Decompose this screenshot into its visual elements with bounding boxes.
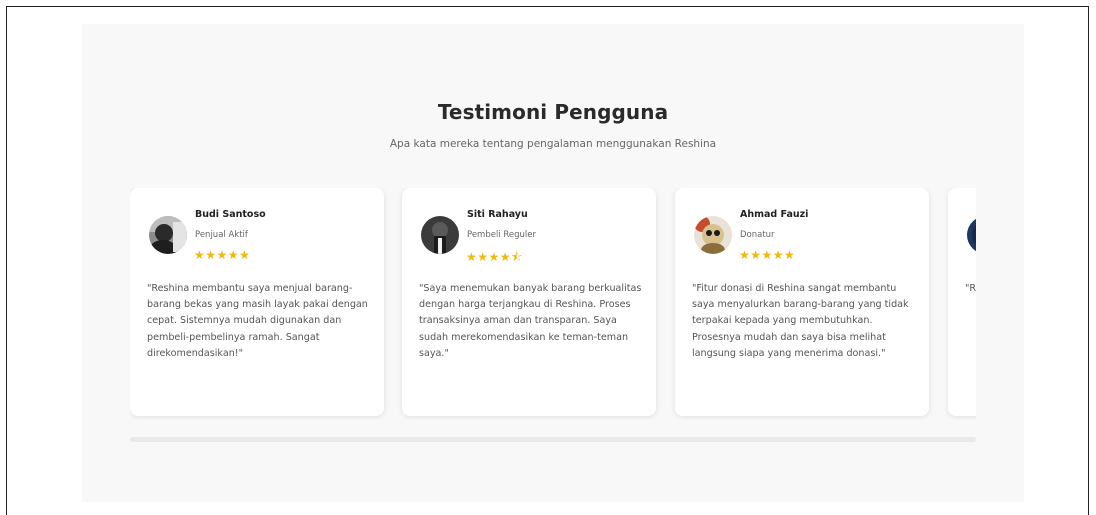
testimonial-name: Siti Rahayu <box>467 209 528 220</box>
testimonial-name: Ahmad Fauzi <box>740 209 809 220</box>
testimonial-card: Ahmad Fauzi Donatur ★★★★★ "Fitur donasi … <box>675 188 929 416</box>
section-title: Testimoni Pengguna <box>437 100 669 124</box>
star-rating: ★★★★★ <box>739 248 796 262</box>
testimonial-card: Budi Santoso Penjual Aktif ★★★★★ "Reshin… <box>130 188 384 416</box>
testimonial-quote: "Re un m da Ta <box>965 283 976 294</box>
testimonial-quote: "Saya menemukan banyak barang berkualita… <box>419 283 642 359</box>
carousel-scrollbar[interactable] <box>130 437 976 442</box>
testimonial-quote: "Fitur donasi di Reshina sangat membantu… <box>692 283 909 359</box>
testimonial-role: Pembeli Reguler <box>467 230 537 240</box>
avatar <box>149 216 187 254</box>
testimonial-card: "Re un m da Ta <box>948 188 976 416</box>
avatar <box>421 216 459 254</box>
avatar <box>694 216 732 254</box>
section-subtitle: Apa kata mereka tentang pengalaman mengg… <box>389 138 717 150</box>
star-rating: ★★★★★ <box>194 248 251 262</box>
testimonial-section: Testimoni Pengguna Apa kata mereka tenta… <box>82 24 1024 502</box>
testimonial-quote: "Reshina membantu saya menjual barang-ba… <box>147 283 368 359</box>
testimonial-role: Penjual Aktif <box>195 230 248 240</box>
testimonial-role: Donatur <box>740 230 775 240</box>
star-rating: ★★★★⯪ <box>466 250 523 264</box>
avatar <box>967 216 976 254</box>
testimonial-card: Siti Rahayu Pembeli Reguler ★★★★⯪ "Saya … <box>402 188 656 416</box>
testimonial-carousel[interactable]: Budi Santoso Penjual Aktif ★★★★★ "Reshin… <box>130 188 976 420</box>
testimonial-name: Budi Santoso <box>195 209 266 220</box>
